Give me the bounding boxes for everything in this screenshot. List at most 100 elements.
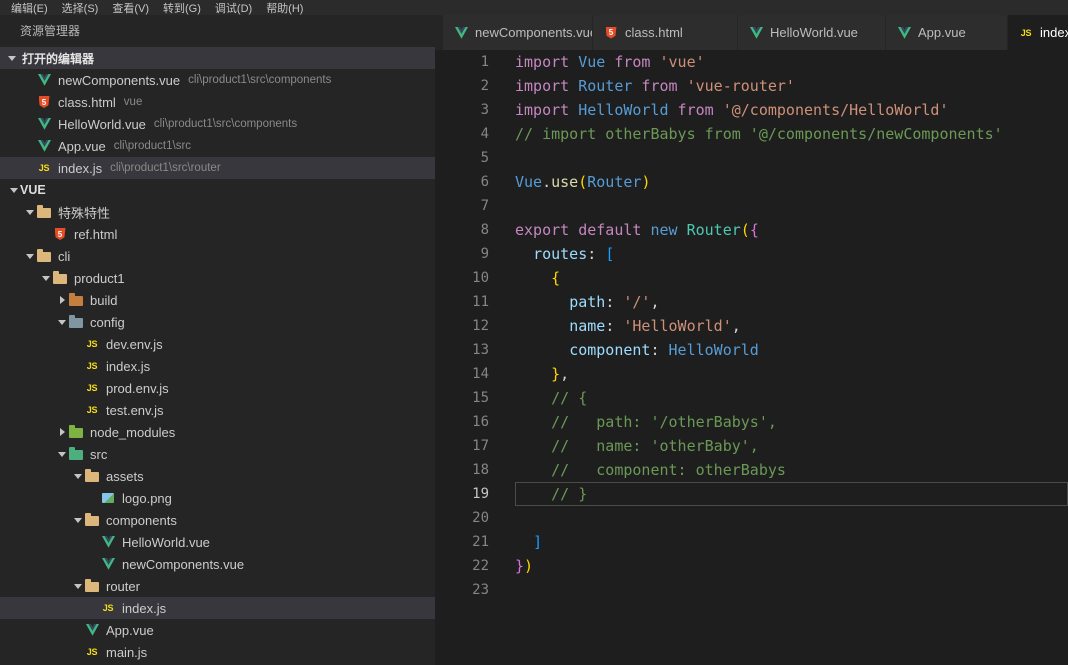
code-line-15[interactable]: 15 // { [435, 386, 1068, 410]
line-content: name: 'HelloWorld', [515, 314, 1068, 338]
tree-folder-build[interactable]: build [0, 289, 435, 311]
chevron-expanded-icon[interactable] [72, 509, 84, 531]
chevron-expanded-icon[interactable] [24, 201, 36, 223]
open-editor-item-newcomponents-vue[interactable]: newComponents.vuecli\product1\src\compon… [0, 69, 435, 91]
line-number[interactable]: 6 [435, 170, 515, 194]
code-line-17[interactable]: 17 // name: 'otherBaby', [435, 434, 1068, 458]
tab-index-js[interactable]: JSindex.js [1008, 15, 1068, 50]
code-line-6[interactable]: 6Vue.use(Router) [435, 170, 1068, 194]
code-line-19[interactable]: 19 // } [435, 482, 1068, 506]
tree-file-ref-html[interactable]: 5ref.html [0, 223, 435, 245]
line-number[interactable]: 21 [435, 530, 515, 554]
code-line-22[interactable]: 22}) [435, 554, 1068, 578]
tree-file-main-js[interactable]: JSmain.js [0, 641, 435, 663]
line-number[interactable]: 5 [435, 146, 515, 170]
chevron-expanded-icon[interactable] [8, 179, 20, 201]
line-number[interactable]: 12 [435, 314, 515, 338]
code-line-2[interactable]: 2import Router from 'vue-router' [435, 74, 1068, 98]
open-editor-item-helloworld-vue[interactable]: HelloWorld.vuecli\product1\src\component… [0, 113, 435, 135]
line-number[interactable]: 22 [435, 554, 515, 578]
line-number[interactable]: 11 [435, 290, 515, 314]
chevron-expanded-icon[interactable] [24, 245, 36, 267]
tree-file-logo-png[interactable]: logo.png [0, 487, 435, 509]
item-label: newComponents.vue [122, 557, 244, 572]
code-line-18[interactable]: 18 // component: otherBabys [435, 458, 1068, 482]
tab-class-html[interactable]: 5class.html [593, 15, 738, 50]
tree-folder-cli[interactable]: cli [0, 245, 435, 267]
tree-folder-vue[interactable]: VUE [0, 179, 435, 201]
tree-file-test-env-js[interactable]: JStest.env.js [0, 399, 435, 421]
chevron-expanded-icon[interactable] [56, 311, 68, 333]
tree-file-index-js[interactable]: JSindex.js [0, 355, 435, 377]
menu-item-d[interactable]: 调试(D) [208, 0, 259, 16]
menu-item-g[interactable]: 转到(G) [156, 0, 208, 16]
chevron-expanded-icon[interactable] [72, 465, 84, 487]
line-number[interactable]: 23 [435, 578, 515, 602]
menu-item-e[interactable]: 编辑(E) [4, 0, 55, 16]
tree-file-dev-env-js[interactable]: JSdev.env.js [0, 333, 435, 355]
line-number[interactable]: 19 [435, 482, 515, 506]
tab-app-vue[interactable]: App.vue [886, 15, 1008, 50]
code-line-23[interactable]: 23 [435, 578, 1068, 602]
tree-file-index-js[interactable]: JSindex.js [0, 597, 435, 619]
open-editor-item-index-js[interactable]: JSindex.jscli\product1\src\router [0, 157, 435, 179]
code-line-10[interactable]: 10 { [435, 266, 1068, 290]
open-editor-item-app-vue[interactable]: App.vuecli\product1\src [0, 135, 435, 157]
chevron-collapsed-icon[interactable] [56, 421, 68, 443]
code-line-14[interactable]: 14 }, [435, 362, 1068, 386]
code-line-20[interactable]: 20 [435, 506, 1068, 530]
code-line-13[interactable]: 13 component: HelloWorld [435, 338, 1068, 362]
tree-folder-node-modules[interactable]: node_modules [0, 421, 435, 443]
code-line-8[interactable]: 8export default new Router({ [435, 218, 1068, 242]
tree-folder-router[interactable]: router [0, 575, 435, 597]
line-number[interactable]: 15 [435, 386, 515, 410]
menu-item-v[interactable]: 查看(V) [105, 0, 156, 16]
tab-label: class.html [625, 25, 683, 40]
line-number[interactable]: 17 [435, 434, 515, 458]
line-number[interactable]: 9 [435, 242, 515, 266]
tree-file-helloworld-vue[interactable]: HelloWorld.vue [0, 531, 435, 553]
tree-folder-src[interactable]: src [0, 443, 435, 465]
chevron-expanded-icon[interactable] [72, 575, 84, 597]
line-number[interactable]: 2 [435, 74, 515, 98]
line-number[interactable]: 18 [435, 458, 515, 482]
line-number[interactable]: 16 [435, 410, 515, 434]
open-editors-header[interactable]: 打开的编辑器 [0, 47, 435, 69]
line-content [515, 506, 1068, 530]
chevron-expanded-icon[interactable] [40, 267, 52, 289]
code-line-4[interactable]: 4// import otherBabys from '@/components… [435, 122, 1068, 146]
chevron-expanded-icon[interactable] [56, 443, 68, 465]
tree-folder-config[interactable]: config [0, 311, 435, 333]
code-line-3[interactable]: 3import HelloWorld from '@/components/He… [435, 98, 1068, 122]
code-line-1[interactable]: 1import Vue from 'vue' [435, 50, 1068, 74]
tab-helloworld-vue[interactable]: HelloWorld.vue [738, 15, 886, 50]
line-number[interactable]: 8 [435, 218, 515, 242]
line-number[interactable]: 20 [435, 506, 515, 530]
code-line-12[interactable]: 12 name: 'HelloWorld', [435, 314, 1068, 338]
code-line-7[interactable]: 7 [435, 194, 1068, 218]
code-line-5[interactable]: 5 [435, 146, 1068, 170]
open-editor-item-class-html[interactable]: 5class.htmlvue [0, 91, 435, 113]
line-number[interactable]: 7 [435, 194, 515, 218]
line-number[interactable]: 13 [435, 338, 515, 362]
tree-file-app-vue[interactable]: App.vue [0, 619, 435, 641]
chevron-collapsed-icon[interactable] [56, 289, 68, 311]
code-line-11[interactable]: 11 path: '/', [435, 290, 1068, 314]
tree-folder-product1[interactable]: product1 [0, 267, 435, 289]
code-line-16[interactable]: 16 // path: '/otherBabys', [435, 410, 1068, 434]
tree-folder-components[interactable]: components [0, 509, 435, 531]
line-number[interactable]: 3 [435, 98, 515, 122]
tree-file-newcomponents-vue[interactable]: newComponents.vue [0, 553, 435, 575]
line-number[interactable]: 4 [435, 122, 515, 146]
tree-file-prod-env-js[interactable]: JSprod.env.js [0, 377, 435, 399]
menu-item-s[interactable]: 选择(S) [55, 0, 106, 16]
code-line-9[interactable]: 9 routes: [ [435, 242, 1068, 266]
code-line-21[interactable]: 21 ] [435, 530, 1068, 554]
tree-folder-assets[interactable]: assets [0, 465, 435, 487]
menu-item-h[interactable]: 帮助(H) [259, 0, 310, 16]
line-number[interactable]: 10 [435, 266, 515, 290]
tree-folder-[interactable]: 特殊特性 [0, 201, 435, 223]
line-number[interactable]: 14 [435, 362, 515, 386]
line-number[interactable]: 1 [435, 50, 515, 74]
tab-newcomponents-vue[interactable]: newComponents.vue [443, 15, 593, 50]
